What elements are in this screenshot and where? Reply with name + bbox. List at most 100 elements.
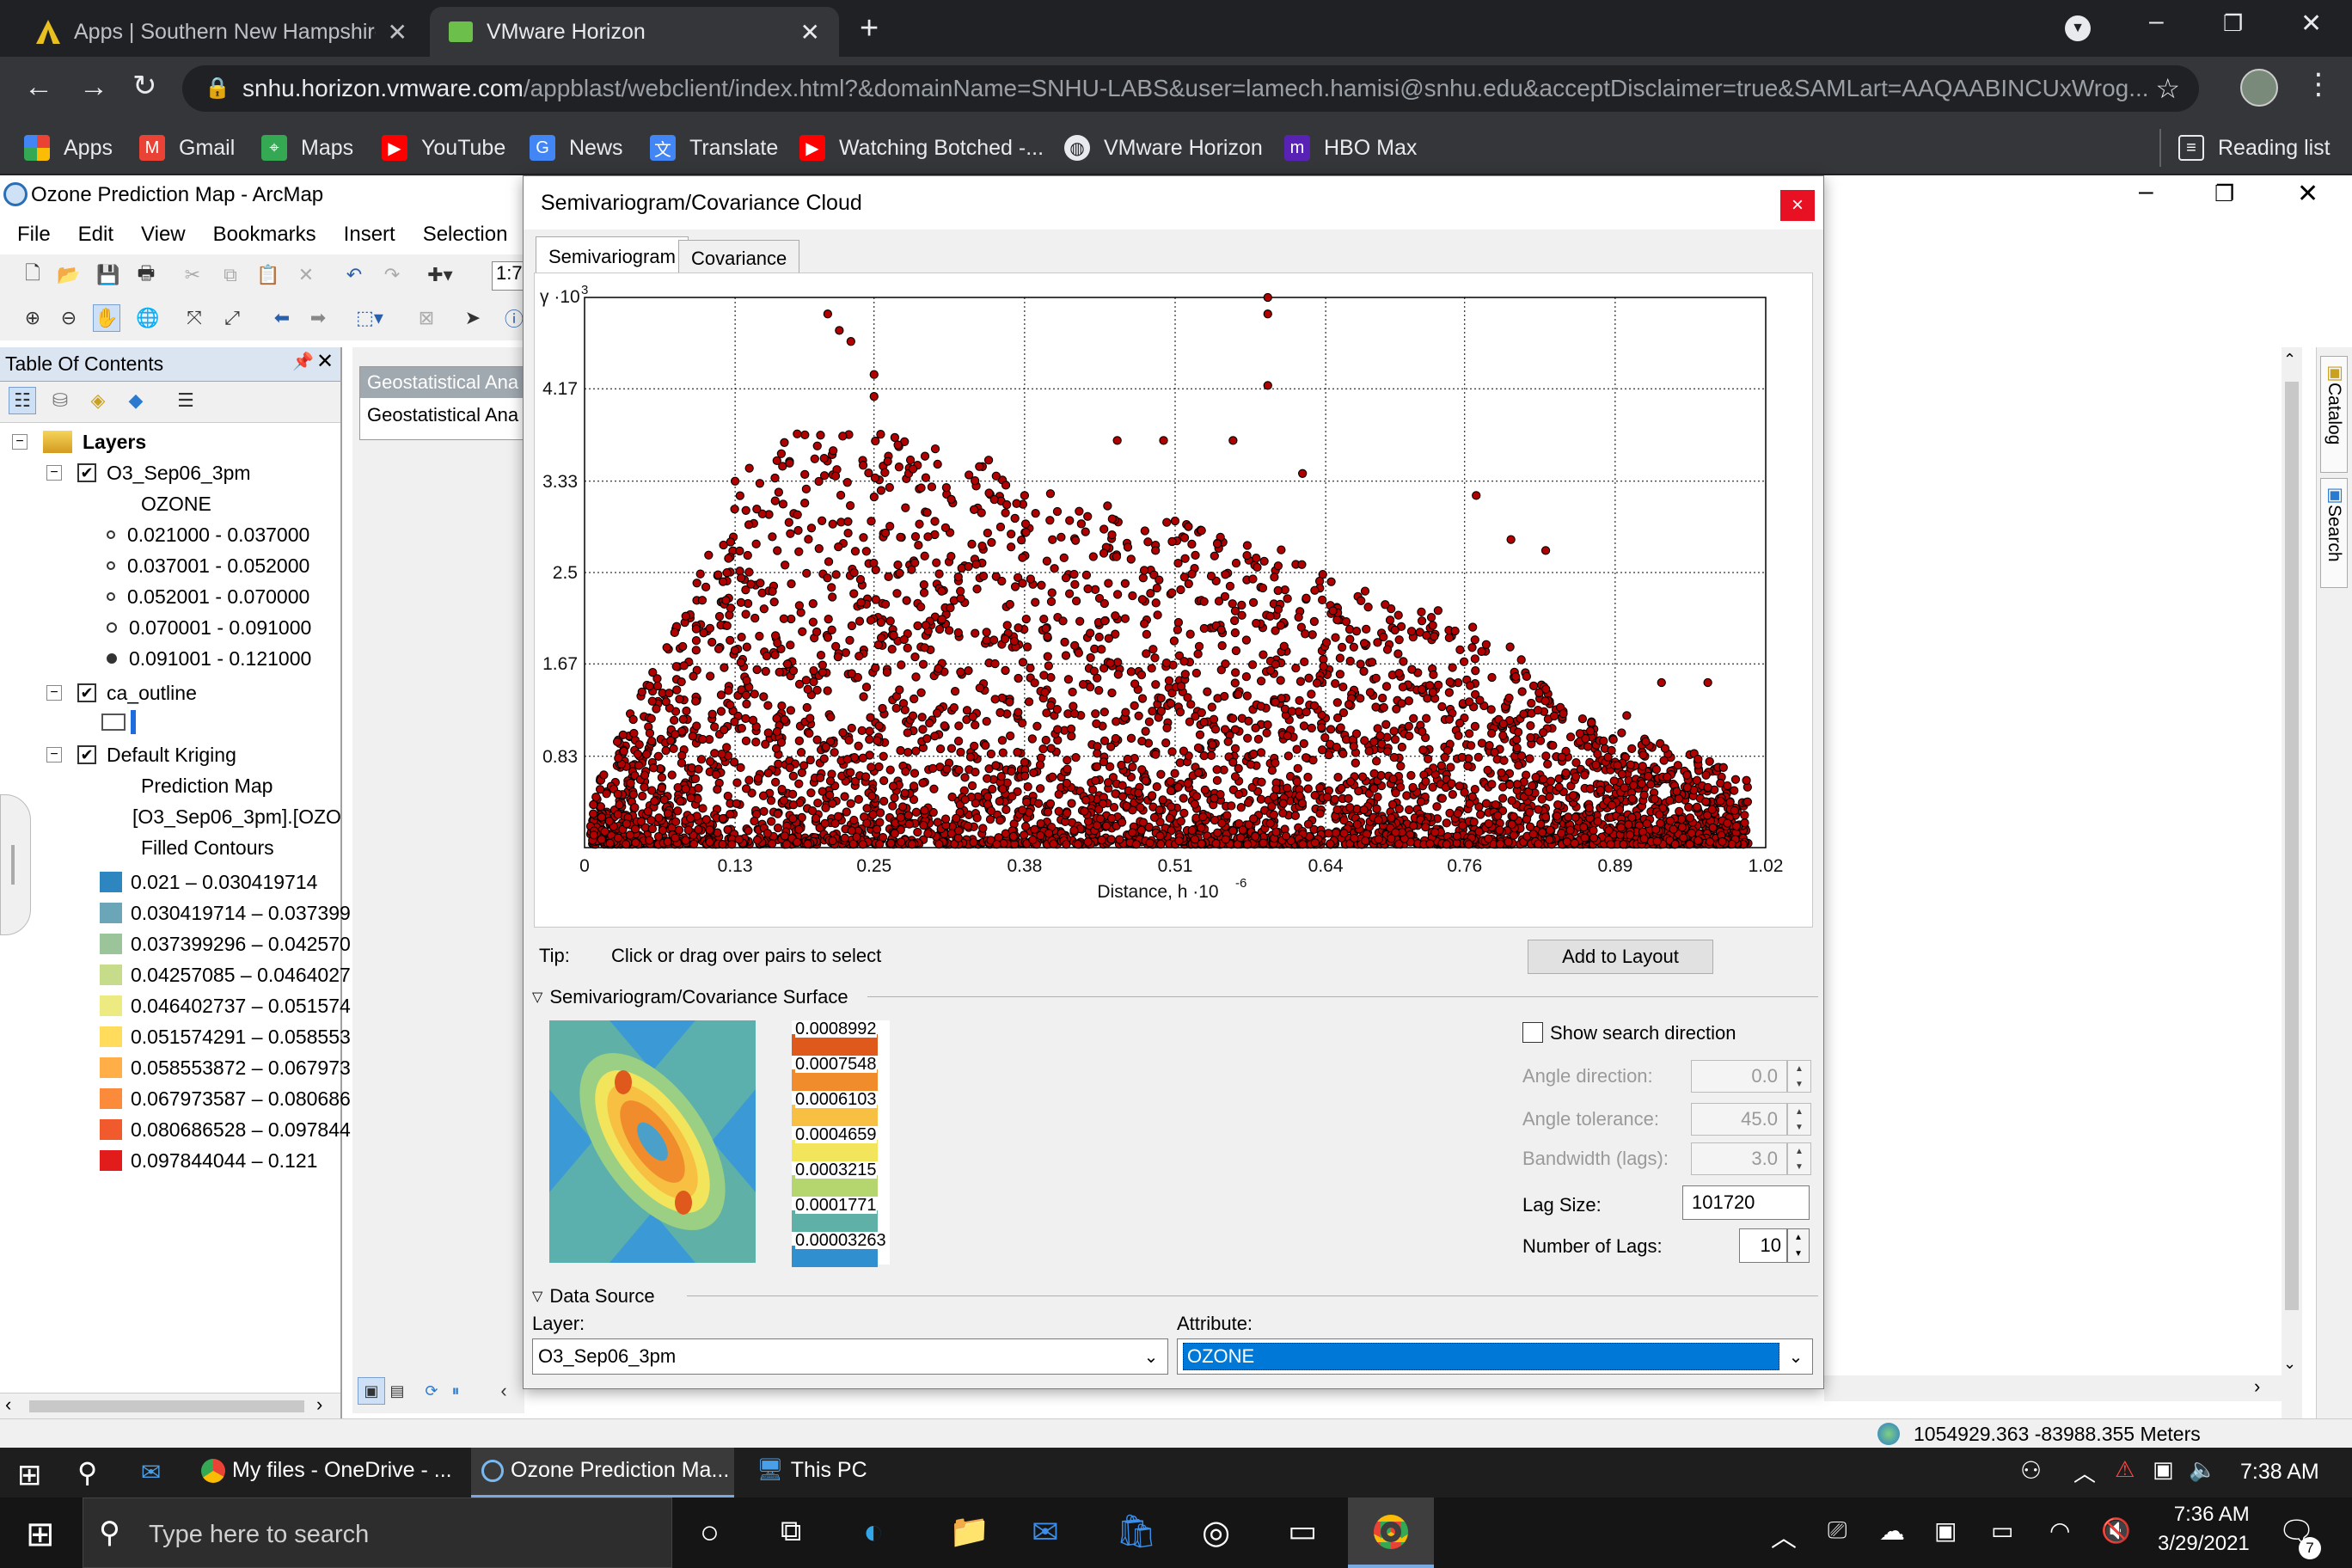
data-point[interactable] xyxy=(1169,636,1179,646)
data-point[interactable] xyxy=(1021,527,1031,537)
data-point[interactable] xyxy=(918,725,928,734)
vm-clock[interactable]: 7:38 AM xyxy=(2240,1460,2319,1485)
data-point[interactable] xyxy=(1299,738,1308,749)
data-point[interactable] xyxy=(882,667,892,677)
data-point[interactable] xyxy=(1627,744,1637,754)
data-point[interactable] xyxy=(1020,519,1031,529)
data-point[interactable] xyxy=(1743,797,1753,806)
data-point[interactable] xyxy=(678,641,688,652)
data-point[interactable] xyxy=(1267,765,1277,775)
data-point[interactable] xyxy=(779,795,789,805)
data-point[interactable] xyxy=(1718,836,1727,847)
data-point[interactable] xyxy=(1593,817,1602,826)
data-point[interactable] xyxy=(759,692,769,701)
data-point[interactable] xyxy=(1128,591,1137,601)
data-point[interactable] xyxy=(599,770,609,780)
data-point[interactable] xyxy=(1083,584,1093,594)
data-point[interactable] xyxy=(874,762,884,772)
data-point[interactable] xyxy=(1212,775,1222,785)
data-point[interactable] xyxy=(1528,830,1538,839)
data-point[interactable] xyxy=(844,735,854,745)
data-point[interactable] xyxy=(1199,717,1209,727)
data-point[interactable] xyxy=(1465,697,1474,707)
data-point[interactable] xyxy=(1046,597,1057,607)
data-point[interactable] xyxy=(1537,828,1547,837)
remote-desktop-icon[interactable]: ▭ xyxy=(1288,1513,1317,1549)
data-point[interactable] xyxy=(1436,761,1447,770)
data-point[interactable] xyxy=(903,748,913,757)
data-point[interactable] xyxy=(1351,729,1362,738)
data-point[interactable] xyxy=(802,568,812,579)
data-point[interactable] xyxy=(657,783,666,793)
data-point[interactable] xyxy=(744,826,753,836)
data-point[interactable] xyxy=(647,696,657,706)
data-point[interactable] xyxy=(626,778,635,788)
data-point[interactable] xyxy=(744,775,754,785)
collapse-icon[interactable]: − xyxy=(12,434,28,450)
data-point[interactable] xyxy=(1418,745,1428,755)
data-point[interactable] xyxy=(1637,779,1646,788)
data-point[interactable] xyxy=(654,813,664,823)
data-point[interactable] xyxy=(1505,642,1515,652)
cut-icon[interactable]: ✂ xyxy=(179,261,206,289)
data-point[interactable] xyxy=(1209,714,1219,724)
data-point[interactable] xyxy=(773,546,782,555)
data-point[interactable] xyxy=(1546,776,1556,786)
data-point[interactable] xyxy=(876,617,885,628)
data-point[interactable] xyxy=(1095,814,1106,824)
show-search-direction-checkbox[interactable] xyxy=(1522,1022,1543,1043)
data-point[interactable] xyxy=(1001,499,1012,510)
data-point[interactable] xyxy=(1145,838,1155,848)
data-point[interactable] xyxy=(1230,678,1240,688)
data-point[interactable] xyxy=(935,744,946,754)
data-point[interactable] xyxy=(797,768,807,777)
data-point[interactable] xyxy=(1406,770,1416,781)
data-point[interactable] xyxy=(640,782,649,792)
data-point[interactable] xyxy=(1718,763,1728,772)
data-point[interactable] xyxy=(1230,606,1240,616)
data-point[interactable] xyxy=(842,755,852,764)
data-point[interactable] xyxy=(1467,643,1477,652)
data-point[interactable] xyxy=(1001,508,1010,518)
data-point[interactable] xyxy=(1027,734,1037,744)
data-point[interactable] xyxy=(1295,791,1304,800)
data-point[interactable] xyxy=(751,539,761,548)
data-point[interactable] xyxy=(1020,822,1031,831)
data-point[interactable] xyxy=(1498,793,1508,803)
data-point[interactable] xyxy=(911,746,921,756)
data-point[interactable] xyxy=(1315,809,1325,818)
data-point[interactable] xyxy=(781,560,790,570)
data-point[interactable] xyxy=(726,603,736,613)
data-point[interactable] xyxy=(900,788,910,798)
data-point[interactable] xyxy=(997,736,1008,745)
data-point[interactable] xyxy=(1444,714,1455,724)
data-point[interactable] xyxy=(770,631,781,640)
data-point[interactable] xyxy=(1243,733,1253,743)
data-point[interactable] xyxy=(1151,750,1161,759)
data-point[interactable] xyxy=(1405,731,1414,741)
data-point[interactable] xyxy=(1657,677,1666,688)
data-point[interactable] xyxy=(1509,812,1518,822)
layer-select[interactable]: O3_Sep06_3pm ⌄ xyxy=(532,1338,1168,1375)
data-point[interactable] xyxy=(1497,768,1506,778)
data-point[interactable] xyxy=(858,753,868,763)
data-point[interactable] xyxy=(671,730,680,739)
data-point[interactable] xyxy=(1655,810,1664,820)
data-point[interactable] xyxy=(725,610,734,620)
data-point[interactable] xyxy=(1527,698,1536,708)
number-of-lags-spinner[interactable]: 10 ▲ ▼ xyxy=(1739,1228,1810,1263)
data-point[interactable] xyxy=(1220,691,1229,701)
data-point[interactable] xyxy=(1481,799,1491,808)
data-point[interactable] xyxy=(1028,835,1038,845)
data-point[interactable] xyxy=(1372,804,1381,814)
data-point[interactable] xyxy=(1142,649,1151,658)
data-point[interactable] xyxy=(1155,575,1164,585)
data-point[interactable] xyxy=(1426,613,1436,622)
fixed-zoom-in-icon[interactable]: ⤧ xyxy=(181,304,208,332)
data-point[interactable] xyxy=(1128,763,1137,772)
data-point[interactable] xyxy=(1081,527,1090,536)
data-point[interactable] xyxy=(810,454,819,463)
data-point[interactable] xyxy=(755,479,765,488)
data-point[interactable] xyxy=(1455,719,1465,728)
taskbar-app-thispc[interactable]: 🖥 This PC xyxy=(756,1458,867,1483)
